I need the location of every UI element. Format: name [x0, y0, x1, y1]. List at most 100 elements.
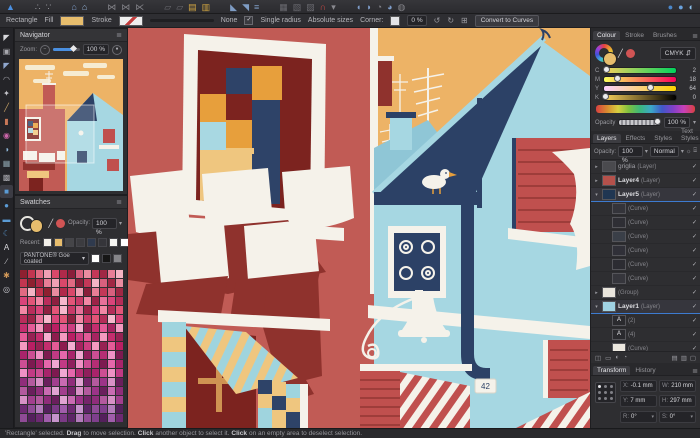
slider-value[interactable]: 18 — [680, 77, 696, 83]
panel-menu-icon[interactable]: ≣ — [692, 32, 698, 40]
pantone-swatch[interactable] — [28, 297, 35, 305]
layer-row[interactable]: (Curve)✓ — [591, 244, 700, 258]
boolean-xor-icon[interactable]: ◕ — [387, 1, 392, 13]
pantone-swatch[interactable] — [68, 369, 75, 377]
pantone-swatch[interactable] — [44, 405, 51, 413]
pantone-swatch[interactable] — [20, 360, 27, 368]
fit-view-button[interactable]: ● — [112, 45, 122, 55]
swatches-opacity-value[interactable]: 100 % — [92, 218, 117, 229]
layer-row[interactable]: (Curve)✓ — [591, 342, 700, 351]
pantone-swatch[interactable] — [20, 396, 27, 404]
pantone-swatch[interactable] — [60, 342, 67, 350]
absolute-sizes-label[interactable]: Absolute sizes — [308, 17, 353, 24]
pantone-swatch[interactable] — [116, 288, 123, 296]
pantone-swatch[interactable] — [44, 414, 51, 422]
pantone-swatch[interactable] — [116, 387, 123, 395]
pantone-swatch[interactable] — [76, 279, 83, 287]
fill-swatch[interactable] — [60, 16, 84, 26]
pantone-swatch[interactable] — [28, 405, 35, 413]
boolean-add-icon[interactable]: ◖ — [356, 1, 361, 13]
expand-arrow-icon[interactable]: ▸ — [593, 164, 600, 170]
palette-select[interactable]: PANTONE® Goe coated ▾ — [20, 252, 89, 265]
tab-text-styles[interactable]: Text Styles — [677, 127, 700, 143]
pantone-swatch[interactable] — [44, 396, 51, 404]
corner-value-input[interactable]: 0 % — [407, 15, 426, 26]
pantone-swatch[interactable] — [108, 315, 115, 323]
pantone-swatch[interactable] — [68, 333, 75, 341]
pantone-swatch[interactable] — [116, 360, 123, 368]
pantone-swatch[interactable] — [84, 297, 91, 305]
expand-arrow-icon[interactable]: ▾ — [593, 192, 600, 198]
panel-menu-icon[interactable]: ≣ — [116, 31, 122, 39]
pantone-swatch[interactable] — [84, 414, 91, 422]
pantone-swatch[interactable] — [28, 342, 35, 350]
expand-arrow-icon[interactable]: ▸ — [593, 178, 600, 184]
pantone-swatch[interactable] — [116, 297, 123, 305]
cmyk-slider-k[interactable]: K0 — [595, 93, 696, 102]
pantone-swatch[interactable] — [108, 378, 115, 386]
pantone-swatch[interactable] — [76, 396, 83, 404]
layer-row[interactable]: (Curve)✓ — [591, 202, 700, 216]
lock-icon[interactable]: ⌸ — [693, 148, 697, 155]
pantone-swatch[interactable] — [44, 279, 51, 287]
transform-field-s[interactable]: S:0°▾ — [659, 411, 696, 423]
crescent-tool[interactable]: ☾ — [0, 227, 13, 240]
pantone-swatch[interactable] — [108, 369, 115, 377]
pantone-swatch[interactable] — [116, 369, 123, 377]
layer-effects-icon[interactable]: ◔ — [623, 354, 627, 361]
pantone-swatch[interactable] — [36, 270, 43, 278]
artwork[interactable]: 42 — [128, 28, 590, 428]
pantone-swatch[interactable] — [76, 387, 83, 395]
rectangle-tool[interactable]: ■ — [0, 185, 13, 198]
pantone-swatch[interactable] — [92, 369, 99, 377]
pantone-swatch[interactable] — [44, 270, 51, 278]
pantone-swatch[interactable] — [92, 414, 99, 422]
view-split-icon[interactable]: ◐ — [689, 1, 694, 13]
pantone-swatch[interactable] — [116, 270, 123, 278]
pantone-swatch[interactable] — [28, 396, 35, 404]
pantone-swatch[interactable] — [84, 396, 91, 404]
ungroup-icon[interactable]: ▥ — [202, 1, 211, 13]
view-pixel-icon[interactable]: ● — [678, 1, 683, 13]
ellipse-tool[interactable]: ● — [0, 199, 13, 212]
pantone-swatch[interactable] — [116, 279, 123, 287]
anchor-point-selector[interactable] — [595, 382, 616, 403]
pantone-swatch[interactable] — [36, 396, 43, 404]
pantone-swatch[interactable] — [60, 297, 67, 305]
pantone-swatch[interactable] — [28, 306, 35, 314]
pantone-swatch[interactable] — [60, 270, 67, 278]
boolean-subtract-icon[interactable]: ◗ — [366, 1, 371, 13]
alignment-icon[interactable]: ≡ — [254, 1, 259, 13]
pantone-swatch[interactable] — [52, 279, 59, 287]
visibility-checkbox[interactable]: ✓ — [692, 247, 697, 254]
pantone-swatch[interactable] — [92, 396, 99, 404]
pantone-swatch[interactable] — [76, 306, 83, 314]
pantone-swatch[interactable] — [60, 315, 67, 323]
pantone-swatch[interactable] — [68, 378, 75, 386]
pantone-swatch[interactable] — [44, 387, 51, 395]
mask-layer-icon[interactable]: ▭ — [605, 354, 611, 362]
pantone-swatch[interactable] — [44, 324, 51, 332]
pantone-swatch[interactable] — [28, 369, 35, 377]
single-radius-checkbox[interactable]: ✓ — [244, 16, 253, 25]
pantone-swatch[interactable] — [44, 333, 51, 341]
insert-shape-icon[interactable]: ⌂ — [71, 1, 76, 13]
align-right-icon[interactable]: ◥ — [242, 1, 249, 13]
pantone-swatch[interactable] — [60, 351, 67, 359]
pantone-swatch[interactable] — [100, 324, 107, 332]
pantone-swatch[interactable] — [92, 297, 99, 305]
pantone-swatch[interactable] — [20, 324, 27, 332]
pantone-swatch[interactable] — [44, 315, 51, 323]
pantone-swatch[interactable] — [52, 360, 59, 368]
recent-swatch[interactable] — [87, 238, 96, 247]
blend-mode-select[interactable]: Normal — [650, 146, 679, 157]
pantone-swatch[interactable] — [68, 396, 75, 404]
layer-row[interactable]: ▸(Group)✓ — [591, 286, 700, 300]
pantone-swatch[interactable] — [84, 315, 91, 323]
pantone-swatch[interactable] — [52, 342, 59, 350]
pantone-swatch[interactable] — [108, 333, 115, 341]
add-layer-icon[interactable]: ▥ — [681, 354, 687, 362]
pantone-swatch[interactable] — [52, 405, 59, 413]
layer-row[interactable]: (Curve)✓ — [591, 216, 700, 230]
pantone-swatch[interactable] — [100, 342, 107, 350]
